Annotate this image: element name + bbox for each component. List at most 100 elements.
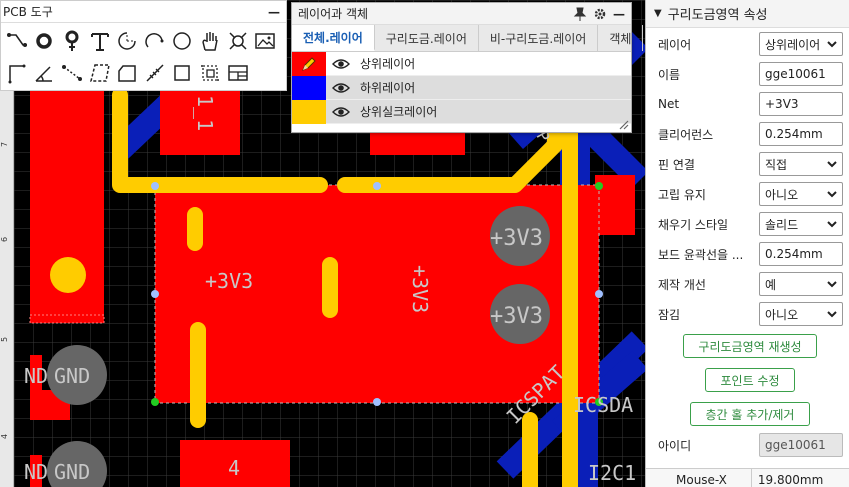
- table-tool[interactable]: [224, 58, 252, 87]
- pin-icon[interactable]: [573, 7, 587, 21]
- board-outline-clearance-input[interactable]: 0.254mm: [759, 242, 843, 266]
- prop-value: gge10061: [765, 67, 826, 81]
- layer-row-top[interactable]: 상위레이어: [292, 51, 631, 76]
- silk-i2c: I2C1: [588, 461, 636, 485]
- chevron-down-icon: [827, 281, 837, 288]
- region-tool[interactable]: [86, 58, 114, 87]
- layer-color-swatch[interactable]: [292, 75, 326, 100]
- silk-u1: 1_1: [193, 95, 217, 131]
- silk-gnd-2: GND: [54, 460, 90, 484]
- arc-3pt-tool[interactable]: [141, 26, 169, 55]
- layer-color-swatch[interactable]: [292, 99, 326, 124]
- fabrication-improve-select[interactable]: 예: [759, 272, 843, 296]
- name-input[interactable]: gge10061: [759, 62, 843, 86]
- net-input[interactable]: +3V3: [759, 92, 843, 116]
- layer-name: 상위레이어: [360, 57, 416, 71]
- clearance-input[interactable]: 0.254mm: [759, 122, 843, 146]
- prop-value: 0.254mm: [765, 127, 823, 141]
- prop-row-keep-islands: 고립 유지 아니오: [658, 182, 843, 206]
- silk-3v3-net: +3V3: [205, 269, 253, 293]
- text-tool[interactable]: [86, 26, 114, 55]
- circle-icon: [173, 31, 192, 50]
- eye-icon[interactable]: [332, 58, 354, 70]
- ruler-label: 6: [0, 236, 10, 243]
- measure-tool[interactable]: [141, 58, 169, 87]
- locked-select[interactable]: 아니오: [759, 302, 843, 326]
- angle-icon: [35, 65, 53, 82]
- prop-row-name: 이름 gge10061: [658, 62, 843, 86]
- fill-style-select[interactable]: 솔리드: [759, 212, 843, 236]
- dimension-icon: [61, 64, 82, 81]
- prop-value: 상위레이어: [765, 37, 821, 52]
- tab-non-copper-layers[interactable]: 비-구리도금.레이어: [479, 25, 599, 51]
- measure-icon: [146, 63, 164, 82]
- pcb-tools-title: PCB 도구: [3, 5, 53, 19]
- prop-value: 아니오: [765, 307, 799, 322]
- chevron-down-icon: [827, 41, 837, 48]
- properties-title: 구리도금영역 속성: [667, 8, 768, 23]
- track-tool[interactable]: [3, 26, 31, 55]
- silk-icsda: ICSDA: [573, 393, 633, 417]
- layer-row-top-silk[interactable]: 상위실크레이어: [292, 99, 631, 124]
- polygon-tool[interactable]: [113, 58, 141, 87]
- layer-color-swatch[interactable]: [292, 51, 326, 76]
- minimize-button[interactable]: —: [268, 5, 280, 19]
- connect-tool[interactable]: [224, 26, 252, 55]
- collapse-triangle-icon[interactable]: ▼: [654, 8, 662, 19]
- mouse-x-value: 19.800mm: [750, 469, 823, 487]
- prop-label: 고립 유지: [658, 187, 706, 202]
- image-tool[interactable]: [251, 26, 279, 55]
- resize-grip-icon[interactable]: [617, 118, 629, 130]
- gear-icon[interactable]: [593, 7, 607, 21]
- polygon-icon: [118, 64, 136, 82]
- pad-tool[interactable]: [31, 26, 59, 55]
- eye-icon[interactable]: [332, 82, 354, 94]
- add-remove-stitch-button[interactable]: 층간 홀 추가/제거: [690, 402, 810, 426]
- region-icon: [89, 63, 110, 82]
- line-tool[interactable]: [3, 58, 31, 87]
- group-tool[interactable]: [196, 58, 224, 87]
- silk-3v3-net-vertical: +3V3: [408, 265, 432, 313]
- tab-objects[interactable]: 객체: [598, 25, 644, 51]
- prop-label: 잠김: [658, 307, 681, 322]
- pan-tool[interactable]: [196, 26, 224, 55]
- prop-label: 보드 윤곽선을 ...: [658, 247, 744, 262]
- minimize-icon[interactable]: —: [613, 7, 625, 21]
- eye-icon[interactable]: [332, 106, 354, 118]
- silk-gnd-cut-2: ND: [24, 460, 48, 484]
- layers-panel-title: 레이어과 객체: [298, 7, 369, 21]
- angle-tool[interactable]: [31, 58, 59, 87]
- tab-all-layers[interactable]: 전체.레이어: [292, 25, 375, 51]
- rectangle-tool[interactable]: [169, 58, 197, 87]
- mouse-x-row: Mouse-X 19.800mm: [646, 468, 849, 487]
- dimension-tool[interactable]: [58, 58, 86, 87]
- properties-header[interactable]: ▼ 구리도금영역 속성: [646, 0, 849, 28]
- circle-tool[interactable]: [169, 26, 197, 55]
- rectangle-icon: [174, 64, 191, 81]
- pencil-icon: [302, 56, 316, 71]
- layer-name: 하위레이어: [360, 81, 416, 95]
- pad-icon: [36, 32, 53, 49]
- prop-value: 0.254mm: [765, 247, 823, 261]
- prop-label: 클리어런스: [658, 127, 714, 142]
- prop-value: 솔리드: [765, 217, 799, 232]
- keep-islands-select[interactable]: 아니오: [759, 182, 843, 206]
- ruler-label: 7: [0, 141, 10, 148]
- prop-label: 채우기 스타일: [658, 217, 729, 232]
- prop-row-net: Net +3V3: [658, 92, 843, 116]
- edit-points-button[interactable]: 포인트 수정: [705, 368, 795, 392]
- group-icon: [200, 64, 219, 81]
- prop-value: 직접: [765, 157, 788, 172]
- via-tool[interactable]: [58, 26, 86, 55]
- prop-label: 제작 개선: [658, 277, 706, 292]
- layer-row-bottom[interactable]: 하위레이어: [292, 75, 631, 100]
- layer-select[interactable]: 상위레이어: [759, 32, 843, 56]
- pin-connection-select[interactable]: 직접: [759, 152, 843, 176]
- image-icon: [255, 32, 275, 49]
- tab-copper-layers[interactable]: 구리도금.레이어: [375, 25, 479, 51]
- arc-tool[interactable]: [113, 26, 141, 55]
- chevron-down-icon: [827, 311, 837, 318]
- prop-label: 레이어: [658, 37, 692, 52]
- regenerate-pour-button[interactable]: 구리도금영역 재생성: [683, 334, 817, 358]
- ruler-label: 4: [0, 433, 10, 440]
